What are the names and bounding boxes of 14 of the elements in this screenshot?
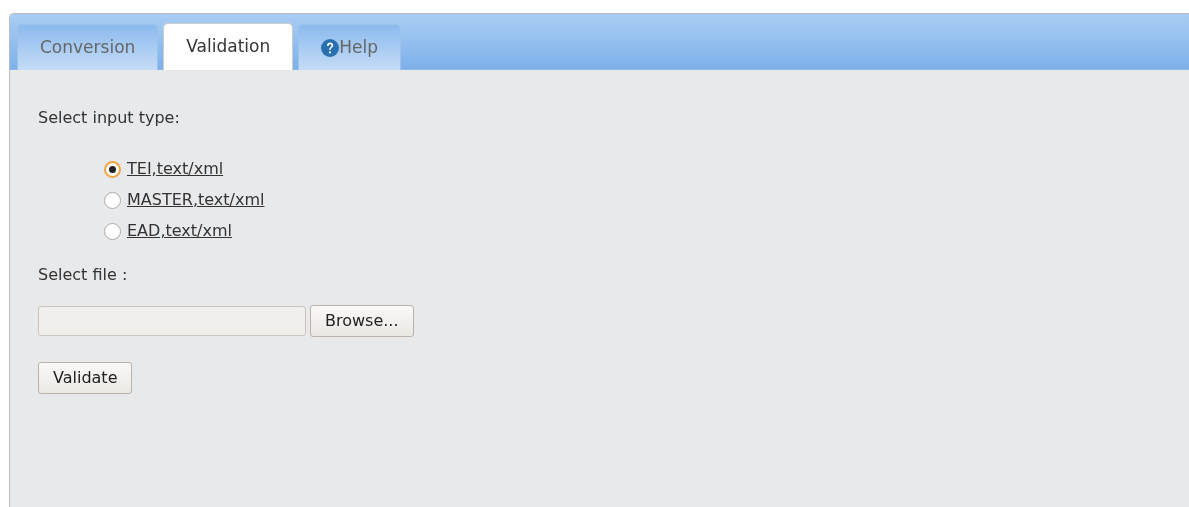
- field-label: Select file :: [38, 264, 129, 286]
- browse-button[interactable]: Browse...: [310, 305, 414, 337]
- help-icon: [321, 38, 340, 57]
- field-label: Select input type:: [38, 107, 181, 129]
- radio-button[interactable]: [104, 191, 121, 209]
- radio-label[interactable]: MASTER,text/xml: [127, 188, 265, 212]
- file-field[interactable]: [38, 306, 306, 336]
- validate-button[interactable]: Validate: [38, 362, 133, 394]
- radio-button[interactable]: [104, 222, 121, 240]
- radio-label[interactable]: TEI,text/xml: [127, 157, 224, 181]
- tab[interactable]: Conversion: [17, 24, 159, 70]
- radio-button[interactable]: [104, 160, 121, 178]
- radio-label[interactable]: EAD,text/xml: [127, 219, 232, 243]
- tab[interactable]: Validation: [163, 23, 294, 70]
